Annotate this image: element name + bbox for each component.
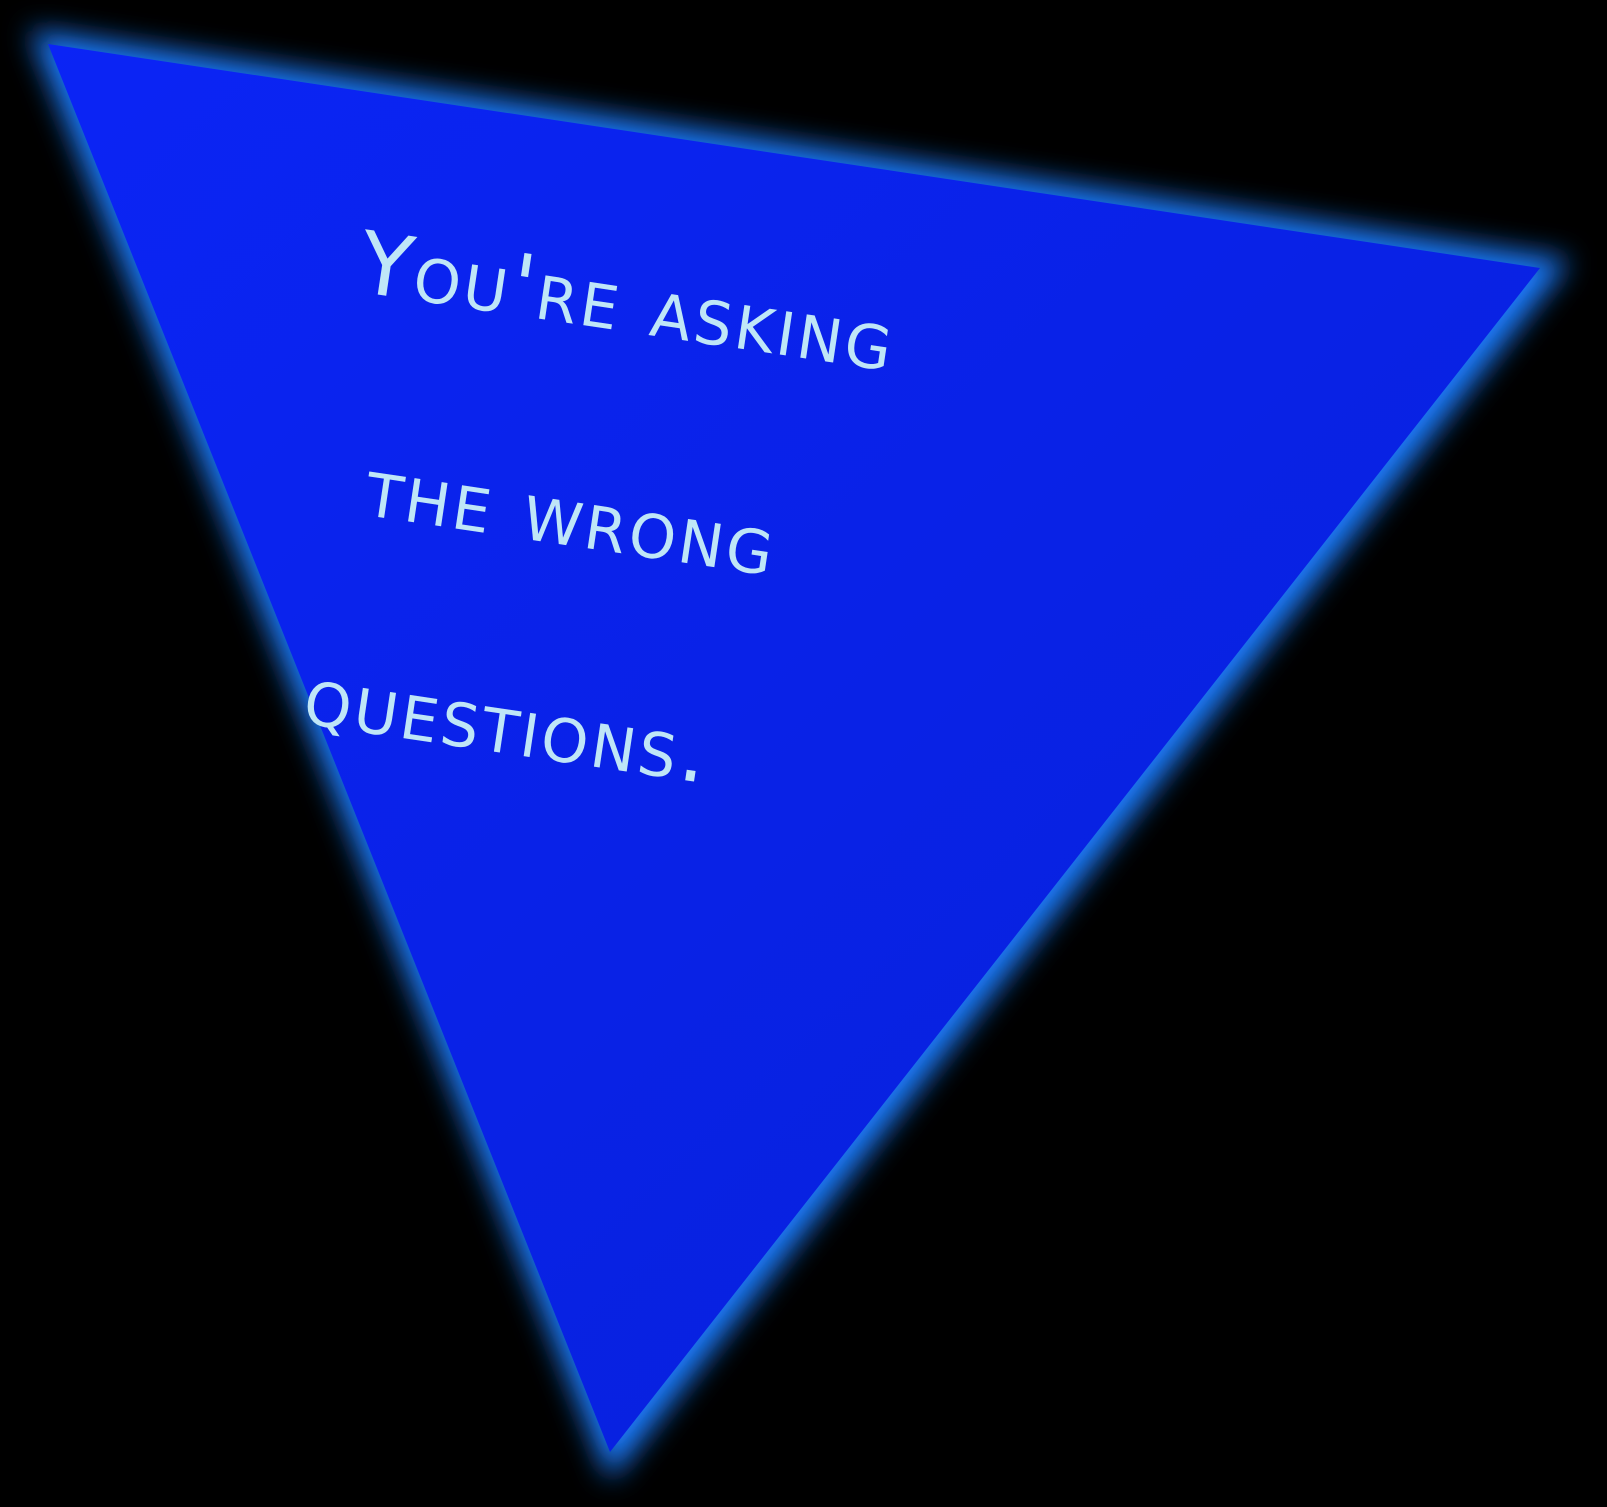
pennant-svg: You're asking the wrong questions. (30, 30, 1570, 1480)
pennant-graphic: You're asking the wrong questions. (0, 0, 1607, 1507)
